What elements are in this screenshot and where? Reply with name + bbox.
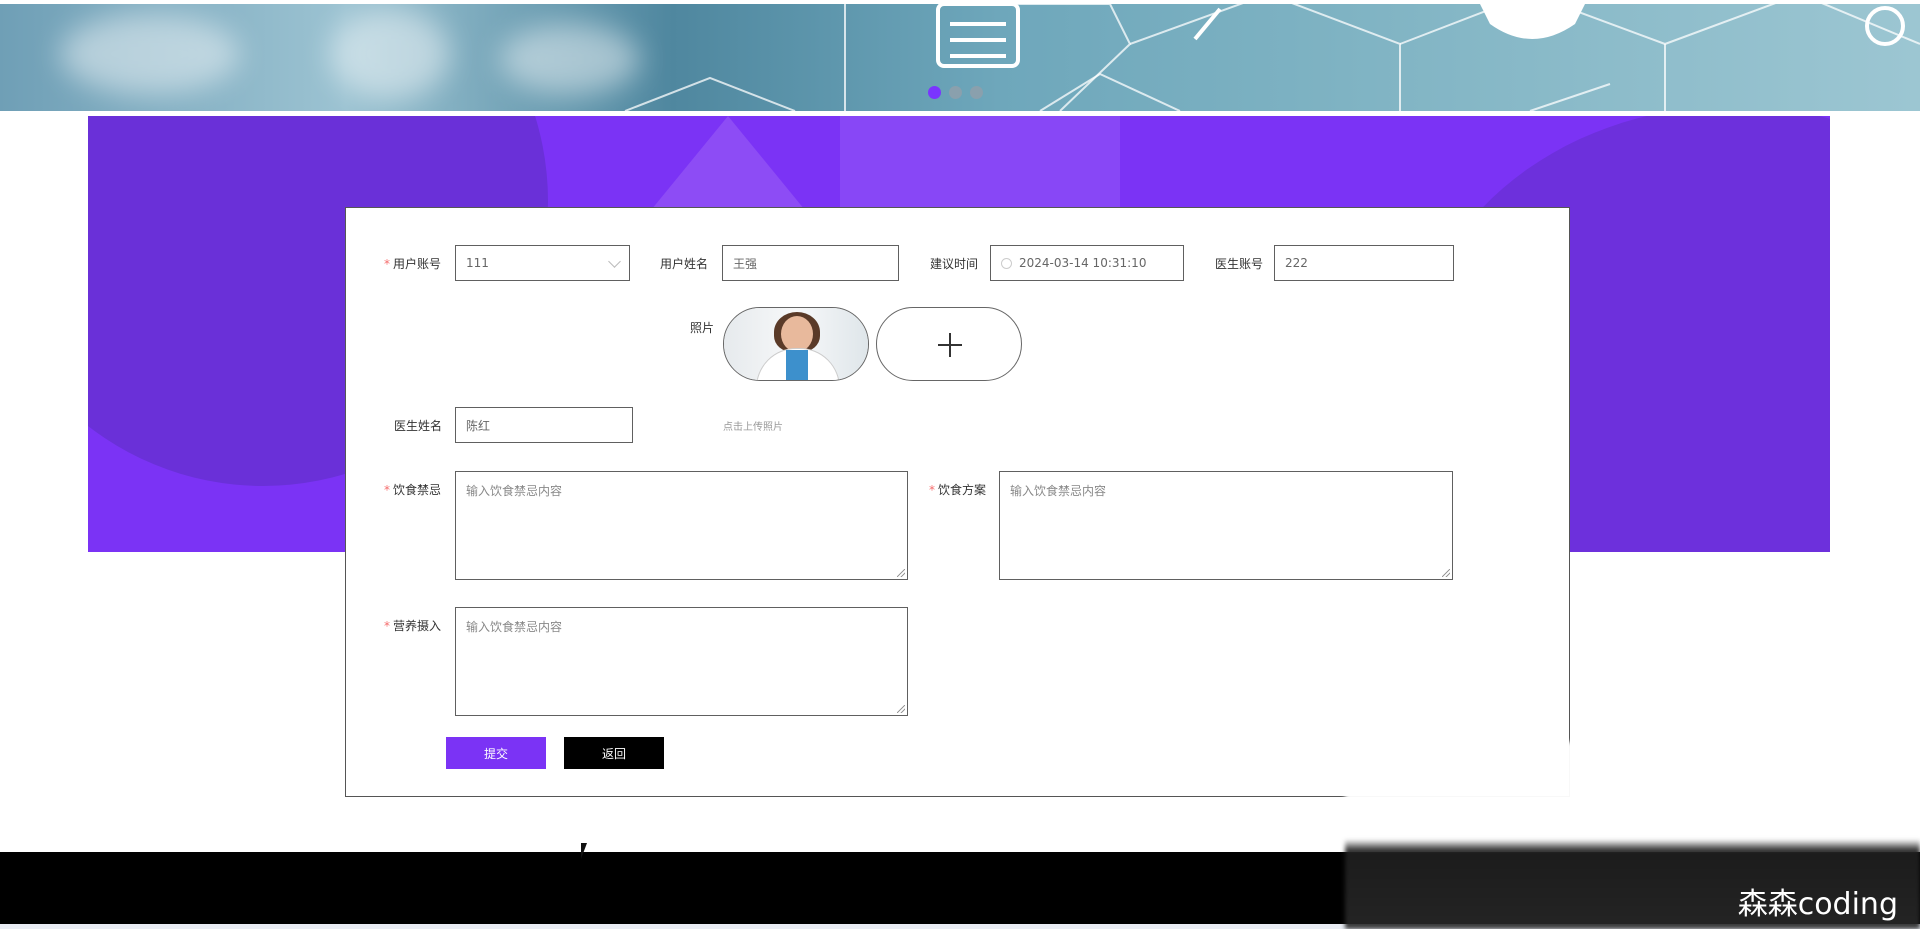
diet-plan-label: * 饮食方案 <box>929 483 987 497</box>
carousel-dot[interactable] <box>970 86 983 99</box>
doctor-name-value: 陈红 <box>466 418 491 433</box>
back-button[interactable]: 返回 <box>564 737 664 769</box>
user-name-label: 用户姓名 <box>660 257 709 271</box>
submit-button[interactable]: 提交 <box>446 737 546 769</box>
nutrition-intake-label: * 营养摄入 <box>384 619 442 633</box>
upload-success-icon <box>842 308 868 334</box>
diet-taboo-label: * 饮食禁忌 <box>384 483 442 497</box>
user-name-value: 王强 <box>733 256 758 271</box>
resize-handle-icon[interactable] <box>897 705 905 713</box>
suggest-time-picker[interactable]: 2024-03-14 10:31:10 <box>990 245 1184 281</box>
resize-handle-icon[interactable] <box>897 569 905 577</box>
photo-label: 照片 <box>690 321 715 335</box>
user-account-label: * 用户账号 <box>384 257 442 271</box>
suggest-time-value: 2024-03-14 10:31:10 <box>1019 256 1147 270</box>
resize-handle-icon[interactable] <box>1442 569 1450 577</box>
diet-taboo-textarea[interactable]: 输入饮食禁忌内容 <box>455 471 908 580</box>
doctor-account-value: 222 <box>1285 256 1308 270</box>
suggest-time-label: 建议时间 <box>930 257 979 271</box>
clock-icon <box>1001 257 1012 269</box>
nutrition-intake-textarea[interactable]: 输入饮食禁忌内容 <box>455 607 908 716</box>
carousel-dot[interactable] <box>928 86 941 99</box>
nutrition-intake-placeholder: 输入饮食禁忌内容 <box>466 620 563 634</box>
top-banner-carousel <box>0 4 1920 111</box>
photo-upload-button[interactable] <box>876 307 1022 381</box>
doctor-name-label: 医生姓名 <box>394 419 443 433</box>
doctor-name-input[interactable]: 陈红 <box>455 407 633 443</box>
doctor-account-input[interactable]: 222 <box>1274 245 1454 281</box>
watermark-text: 森森coding <box>1737 887 1898 922</box>
diet-plan-textarea[interactable]: 输入饮食禁忌内容 <box>999 471 1453 580</box>
chevron-down-icon <box>608 254 621 268</box>
carousel-dot[interactable] <box>949 86 962 99</box>
photo-upload-hint: 点击上传照片 <box>723 422 783 433</box>
uploaded-photo-thumbnail[interactable] <box>723 307 869 381</box>
mouse-cursor-icon <box>581 843 587 859</box>
diet-taboo-placeholder: 输入饮食禁忌内容 <box>466 484 563 498</box>
diet-plan-placeholder: 输入饮食禁忌内容 <box>1010 484 1107 498</box>
carousel-indicators[interactable] <box>928 86 983 99</box>
doctor-account-label: 医生账号 <box>1215 257 1264 271</box>
user-account-select[interactable]: 111 <box>455 245 630 281</box>
user-name-input[interactable]: 王强 <box>722 245 899 281</box>
user-account-value: 111 <box>466 256 489 270</box>
